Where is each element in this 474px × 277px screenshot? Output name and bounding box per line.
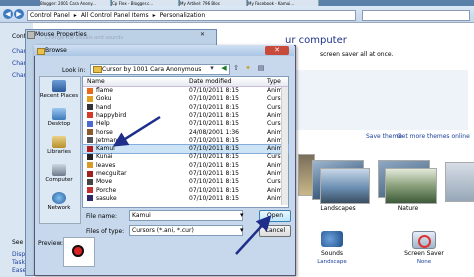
- annotation-arrows: [112, 115, 272, 255]
- arrow-to-open: [235, 215, 272, 255]
- arrow-to-kamui: [112, 115, 161, 147]
